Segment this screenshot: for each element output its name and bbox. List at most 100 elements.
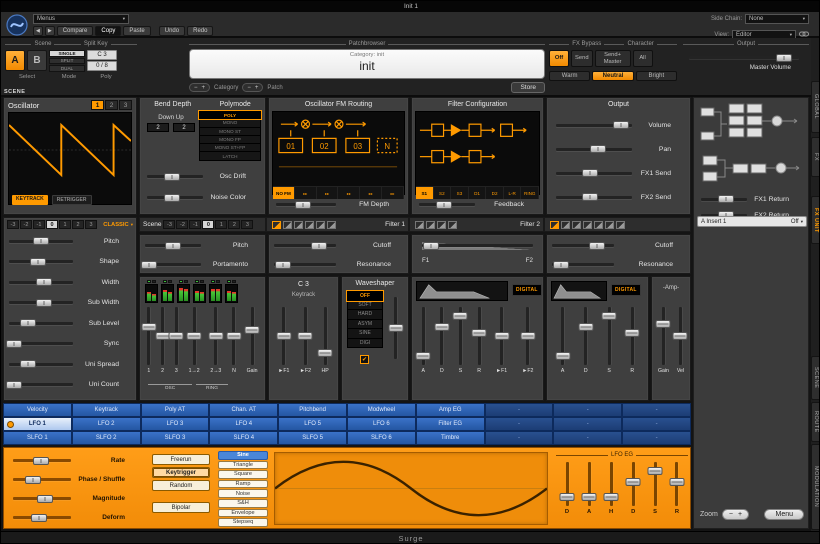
phase-shuffle-slider[interactable] (13, 478, 71, 481)
scene-mode-dual[interactable]: DUAL (49, 65, 85, 72)
filter-type-icon[interactable] (605, 221, 614, 229)
mod-source-lfo-5[interactable]: LFO 5 (278, 417, 347, 431)
gain-slider[interactable] (662, 307, 665, 365)
shape-slider[interactable] (9, 260, 73, 263)
slider-handle[interactable] (33, 457, 49, 465)
pitch-slider[interactable] (145, 244, 201, 247)
feedback-slider[interactable] (419, 203, 475, 206)
character-bright[interactable]: Bright (636, 71, 677, 81)
undo-button[interactable]: Undo (159, 26, 185, 36)
scene-octave-2[interactable]: 2 (228, 220, 240, 229)
slider-handle[interactable] (416, 352, 431, 360)
slider-handle[interactable] (155, 332, 170, 340)
scene-octave-1[interactable]: -1 (189, 220, 201, 229)
filter-type-icon[interactable] (437, 221, 446, 229)
mod-source-keytrack[interactable]: Keytrack (72, 403, 141, 417)
mod-source-filter-eg[interactable]: Filter EG (416, 417, 485, 431)
character-neutral[interactable]: Neutral (592, 71, 633, 81)
fx-bypass-all[interactable]: All (633, 50, 653, 67)
scene-select-b-button[interactable]: B (27, 50, 47, 71)
uni-spread-slider[interactable] (9, 363, 73, 366)
polymode-mono-st-fp[interactable]: MONO ST+FP (199, 144, 261, 152)
character-warm[interactable]: Warm (549, 71, 590, 81)
osc-drift-slider[interactable] (147, 175, 203, 178)
a-slider[interactable] (561, 307, 564, 365)
filter-type-icon[interactable] (561, 221, 570, 229)
slider-handle[interactable] (36, 299, 52, 307)
waveshaper-type-sine[interactable]: SINE (347, 329, 383, 339)
slider-handle[interactable] (6, 340, 22, 348)
slider-handle[interactable] (582, 493, 597, 501)
mod-source-item[interactable]: - (485, 417, 554, 431)
lfo-trigger-random[interactable]: Random (152, 480, 210, 491)
split-key-value[interactable]: C 3 (87, 50, 117, 60)
oscillator-display[interactable]: KEYTRACK RETRIGGER (8, 112, 132, 205)
waveshaper-type-off[interactable]: OFF (347, 291, 383, 301)
slider-handle[interactable] (453, 312, 468, 320)
fx1-send-slider[interactable] (556, 172, 632, 175)
lfo-shape-noise[interactable]: Noise (218, 489, 268, 498)
mod-source-item[interactable]: - (553, 417, 622, 431)
patch-next-button[interactable]: + (255, 85, 259, 91)
tab-scene[interactable]: SCENE (811, 356, 820, 400)
mod-source-lfo-1[interactable]: LFO 1 (3, 417, 72, 431)
pan-slider[interactable] (556, 148, 632, 151)
slider-handle[interactable] (625, 329, 640, 337)
cutoff-slider[interactable] (552, 244, 614, 247)
filter1-menu-icon[interactable] (272, 221, 281, 229)
s-slider[interactable] (654, 462, 657, 506)
slider-handle[interactable] (298, 332, 313, 340)
slider-handle[interactable] (604, 493, 619, 501)
slider-handle[interactable] (311, 242, 327, 250)
mod-source-slfo-6[interactable]: SLFO 6 (347, 431, 416, 445)
poly-count-value[interactable]: 0 / 8 (87, 61, 117, 71)
copy-button[interactable]: Copy (95, 26, 121, 36)
scene-octave-3[interactable]: -3 (163, 220, 175, 229)
slider-handle[interactable] (626, 478, 641, 486)
deform-slider[interactable] (13, 516, 71, 519)
filter-type-icon[interactable] (426, 221, 435, 229)
mod-source-slfo-1[interactable]: SLFO 1 (3, 431, 72, 445)
mod-source-item[interactable]: - (622, 403, 691, 417)
slider-handle[interactable] (6, 381, 22, 389)
slider-handle[interactable] (718, 195, 734, 203)
slider-handle[interactable] (25, 476, 41, 484)
amp-eg-mode-badge[interactable]: DIGITAL (611, 284, 641, 296)
slider-handle[interactable] (472, 329, 487, 337)
osc-type-select[interactable]: CLASSIC▾ (103, 222, 133, 228)
osc-octave-2[interactable]: 2 (72, 220, 84, 229)
filter-eg-display[interactable] (416, 281, 508, 301)
mod-source-pitchbend[interactable]: Pitchbend (278, 403, 347, 417)
scene-mode-split[interactable]: SPLIT (49, 58, 85, 65)
s-slider[interactable] (608, 307, 611, 365)
slider-handle[interactable] (31, 514, 47, 522)
scene-mode-single[interactable]: SINGLE (49, 50, 85, 57)
category-prev-button[interactable]: − (194, 85, 198, 91)
bend-up-value[interactable]: 2 (173, 123, 195, 132)
mod-source-timbre[interactable]: Timbre (416, 431, 485, 445)
magnitude-slider[interactable] (13, 497, 71, 500)
sync-slider[interactable] (9, 342, 73, 345)
slider-handle[interactable] (169, 332, 184, 340)
filter-type-icon[interactable] (294, 221, 303, 229)
patch-browser[interactable]: Category: init init (189, 49, 545, 79)
slider-handle[interactable] (141, 323, 156, 331)
slider-handle[interactable] (20, 360, 36, 368)
filter-type-icon[interactable] (616, 221, 625, 229)
amp-eg-display[interactable] (551, 281, 607, 301)
noise-color-slider[interactable] (147, 196, 203, 199)
3-slider[interactable] (175, 307, 178, 365)
waveshaper-type-digi[interactable]: DIGI (347, 339, 383, 349)
resonance-slider[interactable] (552, 263, 614, 266)
resonance-slider[interactable] (274, 263, 336, 266)
slider-handle[interactable] (553, 261, 569, 269)
mod-source-lfo-4[interactable]: LFO 4 (209, 417, 278, 431)
lfo-trigger-freerun[interactable]: Freerun (152, 454, 210, 465)
2-slider[interactable] (161, 307, 164, 365)
master-volume-slider[interactable] (689, 56, 799, 59)
uni-count-slider[interactable] (9, 383, 73, 386)
mod-source-poly-at[interactable]: Poly AT (141, 403, 210, 417)
1-slider[interactable] (147, 307, 150, 365)
d-slider[interactable] (632, 462, 635, 506)
lfo-shape-ramp[interactable]: Ramp (218, 480, 268, 489)
